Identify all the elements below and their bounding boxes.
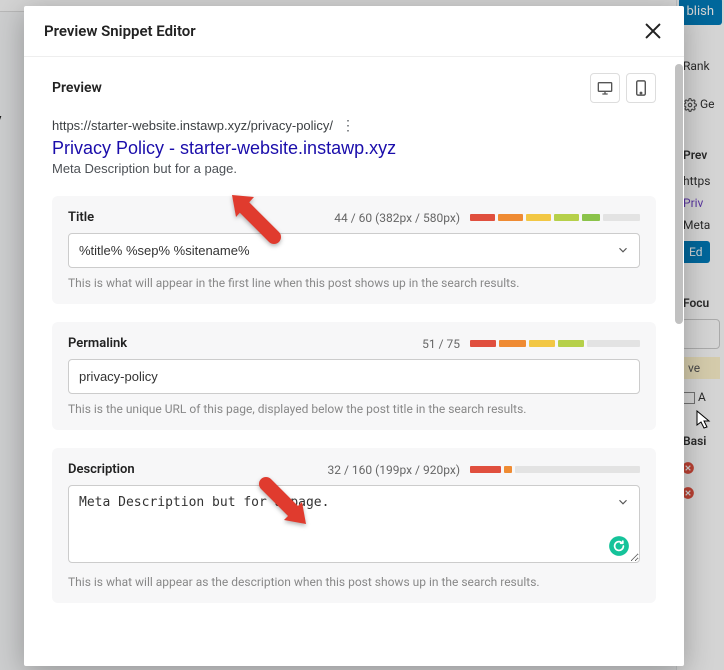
desktop-preview-button[interactable] — [590, 73, 620, 103]
permalink-meter — [470, 339, 640, 349]
desktop-icon — [597, 81, 613, 95]
chevron-down-icon[interactable] — [616, 495, 630, 509]
chevron-down-icon[interactable] — [616, 243, 630, 257]
serp-more-icon[interactable]: ⋮ — [341, 117, 355, 134]
description-count: 32 / 160 (199px / 920px) — [328, 463, 460, 477]
permalink-label: Permalink — [68, 336, 127, 351]
mobile-icon — [636, 80, 646, 96]
description-meter — [470, 465, 640, 475]
description-input[interactable] — [68, 485, 640, 563]
description-helper: This is what will appear as the descript… — [68, 575, 640, 589]
serp-url: https://starter-website.instawp.xyz/priv… — [52, 118, 333, 133]
modal-title: Preview Snippet Editor — [44, 22, 196, 40]
title-input[interactable] — [68, 233, 640, 268]
description-label: Description — [68, 462, 135, 477]
preview-snippet-modal: Preview Snippet Editor Preview https://s… — [24, 6, 684, 666]
grammarly-icon[interactable] — [608, 535, 630, 557]
title-meter — [470, 213, 640, 223]
preview-heading: Preview — [52, 80, 102, 96]
mobile-preview-button[interactable] — [626, 73, 656, 103]
serp-description: Meta Description but for a page. — [52, 161, 656, 176]
serp-title: Privacy Policy - starter-website.instawp… — [52, 138, 656, 159]
serp-preview: https://starter-website.instawp.xyz/priv… — [52, 117, 656, 176]
title-helper: This is what will appear in the first li… — [68, 276, 640, 290]
title-field-block: Title 44 / 60 (382px / 580px) — [52, 196, 656, 304]
title-label: Title — [68, 210, 94, 225]
description-field-block: Description 32 / 160 (199px / 920px) — [52, 448, 656, 603]
permalink-count: 51 / 75 — [422, 337, 460, 351]
close-icon[interactable] — [642, 20, 664, 42]
permalink-field-block: Permalink 51 / 75 This is the unique URL… — [52, 322, 656, 430]
title-count: 44 / 60 (382px / 580px) — [334, 211, 460, 225]
permalink-helper: This is the unique URL of this page, dis… — [68, 402, 640, 416]
permalink-input[interactable] — [68, 359, 640, 394]
scrollbar-thumb[interactable] — [675, 64, 683, 324]
